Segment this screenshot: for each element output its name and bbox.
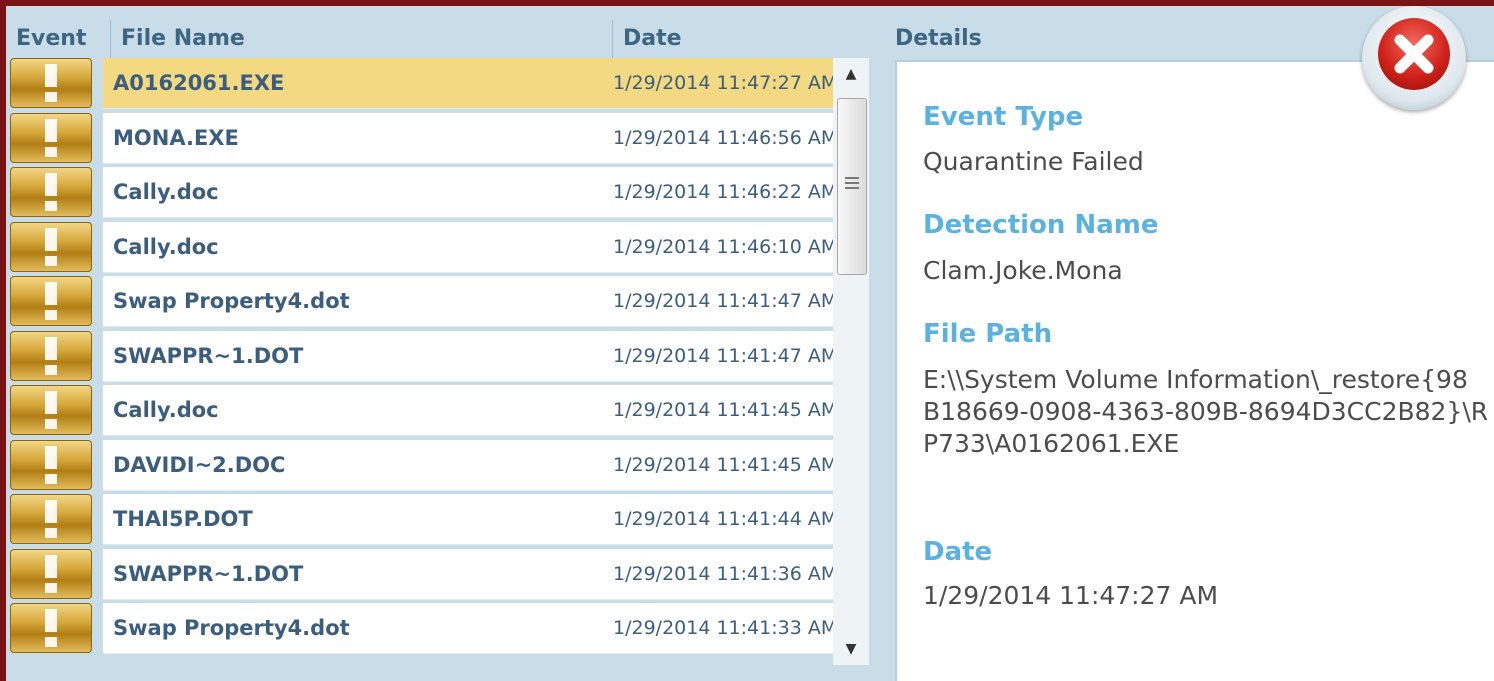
date-cell: 1/29/2014 11:41:44 AM <box>613 508 833 530</box>
exclamation-glyph <box>45 609 57 647</box>
table-row[interactable]: SWAPPR~1.DOT 1/29/2014 11:41:36 AM <box>103 549 833 600</box>
date-cell: 1/29/2014 11:46:10 AM <box>613 236 833 258</box>
list-scrollbar[interactable]: ▲ ▼ <box>833 58 869 665</box>
exclamation-glyph <box>45 337 57 375</box>
table-row[interactable]: MONA.EXE 1/29/2014 11:46:56 AM <box>103 113 833 164</box>
warning-icon[interactable] <box>10 440 92 490</box>
date-cell: 1/29/2014 11:41:47 AM <box>613 290 833 312</box>
warning-icon[interactable] <box>10 494 92 544</box>
table-row[interactable]: A0162061.EXE 1/29/2014 11:47:27 AM <box>103 58 833 109</box>
date-cell: 1/29/2014 11:41:45 AM <box>613 399 833 421</box>
exclamation-glyph <box>45 500 57 538</box>
file-name-cell: Cally.doc <box>113 398 219 422</box>
file-name-cell: Cally.doc <box>113 235 219 259</box>
file-name-cell: A0162061.EXE <box>113 71 285 95</box>
exclamation-glyph <box>45 228 57 266</box>
file-name-cell: SWAPPR~1.DOT <box>113 562 304 586</box>
date-cell: 1/29/2014 11:46:22 AM <box>613 181 833 203</box>
close-button[interactable] <box>1356 6 1476 110</box>
table-row[interactable]: Cally.doc 1/29/2014 11:41:45 AM <box>103 385 833 436</box>
file-path-line: P733\A0162061.EXE <box>923 429 1180 458</box>
file-path-value: E:\\System Volume Information\_restore{9… <box>923 364 1488 460</box>
quarantine-window: Event File Name Date Details A0162061.EX… <box>6 6 1494 681</box>
file-path-line: B18669-0908-4363-809B-8694D3CC2B82}\R <box>923 397 1489 426</box>
table-row[interactable]: SWAPPR~1.DOT 1/29/2014 11:41:47 AM <box>103 331 833 382</box>
scroll-down-arrow-icon[interactable]: ▼ <box>833 633 869 665</box>
column-divider <box>110 20 111 60</box>
column-header-file-name[interactable]: File Name <box>121 14 245 64</box>
warning-icon[interactable] <box>10 222 92 272</box>
warning-icon[interactable] <box>10 549 92 599</box>
event-type-label: Event Type <box>923 102 1084 132</box>
file-name-cell: DAVIDI~2.DOC <box>113 453 286 477</box>
exclamation-glyph <box>45 282 57 320</box>
date-cell: 1/29/2014 11:41:36 AM <box>613 563 833 585</box>
warning-icon[interactable] <box>10 603 92 653</box>
date-cell: 1/29/2014 11:46:56 AM <box>613 127 833 149</box>
warning-icon[interactable] <box>10 58 92 108</box>
table-row[interactable]: Cally.doc 1/29/2014 11:46:22 AM <box>103 167 833 218</box>
table-row[interactable]: DAVIDI~2.DOC 1/29/2014 11:41:45 AM <box>103 440 833 491</box>
warning-icon[interactable] <box>10 385 92 435</box>
file-name-cell: MONA.EXE <box>113 126 239 150</box>
details-panel: Event Type Quarantine Failed Detection N… <box>895 60 1494 681</box>
column-divider <box>612 20 613 60</box>
close-x-glyph <box>1394 34 1434 74</box>
warning-icon[interactable] <box>10 331 92 381</box>
exclamation-glyph <box>45 173 57 211</box>
file-path-label: File Path <box>923 319 1053 349</box>
table-row[interactable]: THAI5P.DOT 1/29/2014 11:41:44 AM <box>103 494 833 545</box>
file-name-cell: Cally.doc <box>113 180 219 204</box>
exclamation-glyph <box>45 391 57 429</box>
column-header-event[interactable]: Event <box>16 14 86 64</box>
detection-name-value: Clam.Joke.Mona <box>923 256 1123 285</box>
exclamation-glyph <box>45 555 57 593</box>
event-type-value: Quarantine Failed <box>923 147 1144 176</box>
file-name-cell: THAI5P.DOT <box>113 507 253 531</box>
exclamation-glyph <box>45 446 57 484</box>
close-icon <box>1378 18 1450 90</box>
date-cell: 1/29/2014 11:41:45 AM <box>613 454 833 476</box>
exclamation-glyph <box>45 119 57 157</box>
table-row[interactable]: Cally.doc 1/29/2014 11:46:10 AM <box>103 222 833 273</box>
file-list: A0162061.EXE 1/29/2014 11:47:27 AM MONA.EX… <box>103 58 833 681</box>
file-path-line: E:\\System Volume Information\_restore{9… <box>923 365 1468 394</box>
file-name-cell: Swap Property4.dot <box>113 289 350 313</box>
date-value: 1/29/2014 11:47:27 AM <box>923 581 1219 610</box>
table-row[interactable]: Swap Property4.dot 1/29/2014 11:41:47 AM <box>103 276 833 327</box>
exclamation-glyph <box>45 64 57 102</box>
warning-icon[interactable] <box>10 276 92 326</box>
scroll-thumb[interactable] <box>837 98 867 275</box>
date-cell: 1/29/2014 11:47:27 AM <box>613 72 833 94</box>
table-row[interactable]: Swap Property4.dot 1/29/2014 11:41:33 AM <box>103 603 833 654</box>
detection-name-label: Detection Name <box>923 210 1159 240</box>
date-label: Date <box>923 537 993 567</box>
warning-icon[interactable] <box>10 167 92 217</box>
scroll-up-arrow-icon[interactable]: ▲ <box>833 58 869 90</box>
details-header: Details <box>895 26 982 51</box>
close-ring <box>1362 6 1466 110</box>
column-header-date[interactable]: Date <box>623 14 682 64</box>
date-cell: 1/29/2014 11:41:33 AM <box>613 617 833 639</box>
event-column <box>10 58 92 681</box>
warning-icon[interactable] <box>10 113 92 163</box>
file-name-cell: Swap Property4.dot <box>113 616 350 640</box>
date-cell: 1/29/2014 11:41:47 AM <box>613 345 833 367</box>
grip-icon <box>845 177 859 191</box>
file-name-cell: SWAPPR~1.DOT <box>113 344 304 368</box>
